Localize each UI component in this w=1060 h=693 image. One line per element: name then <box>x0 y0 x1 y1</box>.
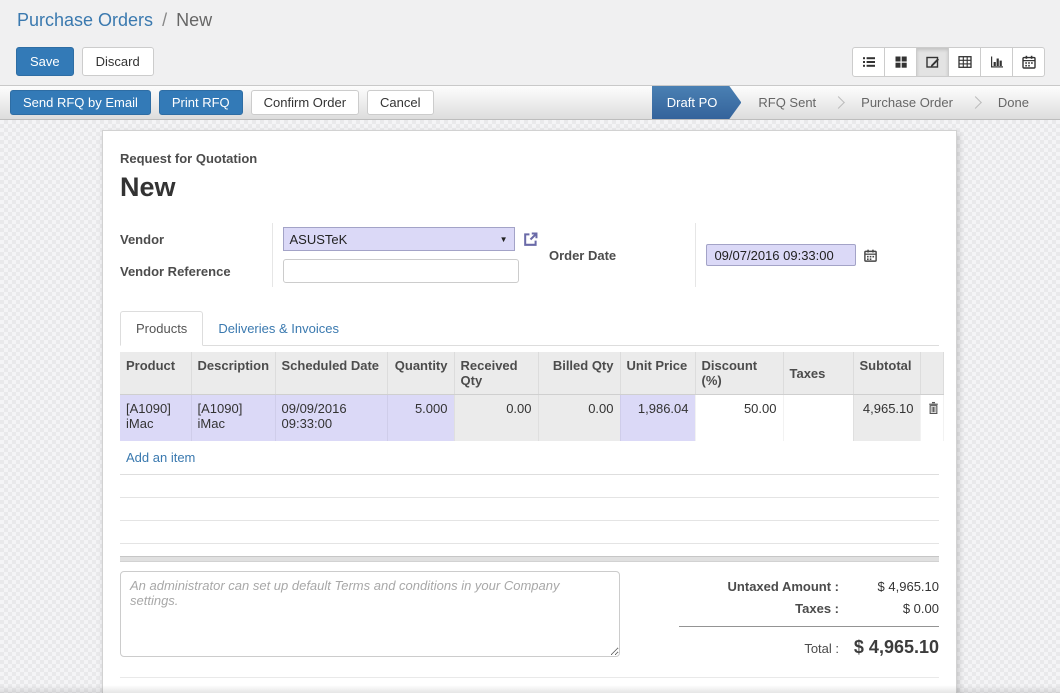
total-value: $ 4,965.10 <box>839 637 939 658</box>
kanban-view-button[interactable] <box>884 47 917 77</box>
content-area: Request for Quotation New Vendor ASUSTeK… <box>0 120 1060 693</box>
vendor-value: ASUSTeK <box>290 232 348 247</box>
breadcrumb-current: New <box>176 10 212 30</box>
kanban-view-icon <box>893 54 909 70</box>
column-header-received-qty: Received Qty <box>454 352 538 395</box>
graph-view-icon <box>989 54 1005 70</box>
totals-block: Untaxed Amount : $ 4,965.10 Taxes : $ 0.… <box>679 571 939 665</box>
untaxed-amount-value: $ 4,965.10 <box>839 579 939 594</box>
list-view-button[interactable] <box>852 47 885 77</box>
tab-deliveries-invoices[interactable]: Deliveries & Invoices <box>203 312 354 345</box>
column-header-product: Product <box>120 352 191 395</box>
order-date-label: Order Date <box>549 223 696 287</box>
stage-rfq-sent[interactable]: RFQ Sent <box>741 86 833 119</box>
page-title: New <box>120 172 939 203</box>
cell-subtotal: 4,965.10 <box>853 395 920 441</box>
vendor-reference-input[interactable] <box>283 259 519 283</box>
stage-draft-po[interactable]: Draft PO <box>652 86 742 119</box>
calendar-icon[interactable] <box>863 248 878 263</box>
stage-purchase-order[interactable]: Purchase Order <box>844 86 970 119</box>
total-label: Total : <box>804 641 839 656</box>
record-actions: Save Discard <box>16 47 154 76</box>
field-groups: Vendor ASUSTeK ▼ <box>120 223 939 287</box>
cell-billed-qty: 0.00 <box>538 395 620 441</box>
trash-icon <box>927 401 940 415</box>
column-header-description: Description <box>191 352 275 395</box>
empty-list-line <box>120 498 939 521</box>
empty-list-line <box>120 521 939 544</box>
bottom-section: Untaxed Amount : $ 4,965.10 Taxes : $ 0.… <box>120 571 939 665</box>
vendor-select[interactable]: ASUSTeK ▼ <box>283 227 515 251</box>
column-header-quantity: Quantity <box>387 352 454 395</box>
stage-done[interactable]: Done <box>981 86 1046 119</box>
calendar-view-button[interactable] <box>1012 47 1045 77</box>
form-view-button[interactable] <box>916 47 949 77</box>
chevron-right-icon <box>832 96 845 109</box>
vendor-label: Vendor <box>120 223 272 255</box>
pivot-view-icon <box>957 54 973 70</box>
sheet-end-line <box>120 677 939 678</box>
column-header-subtotal: Subtotal <box>853 352 920 395</box>
column-header-discount: Discount (%) <box>695 352 783 395</box>
chevron-right-icon <box>969 96 982 109</box>
confirm-order-button[interactable]: Confirm Order <box>251 90 359 115</box>
untaxed-amount-label: Untaxed Amount : <box>728 579 839 594</box>
breadcrumb-purchase-orders[interactable]: Purchase Orders <box>17 10 153 30</box>
breadcrumb: Purchase Orders / New <box>0 0 1060 31</box>
graph-view-button[interactable] <box>980 47 1013 77</box>
column-header-taxes: Taxes <box>783 352 853 395</box>
cell-description[interactable]: [A1090] iMac <box>191 395 275 441</box>
tab-products[interactable]: Products <box>120 311 203 346</box>
form-sheet: Request for Quotation New Vendor ASUSTeK… <box>102 130 957 693</box>
dropdown-caret-icon: ▼ <box>500 235 508 244</box>
cell-unit-price[interactable]: 1,986.04 <box>620 395 695 441</box>
view-switcher <box>852 47 1045 77</box>
vendor-reference-label: Vendor Reference <box>120 255 272 287</box>
column-header-actions <box>920 352 943 395</box>
order-date-input[interactable]: 09/07/2016 09:33:00 <box>706 244 856 266</box>
column-header-billed-qty: Billed Qty <box>538 352 620 395</box>
cell-product[interactable]: [A1090] iMac <box>120 395 191 441</box>
table-row: [A1090] iMac [A1090] iMac 09/09/2016 09:… <box>120 395 943 441</box>
order-lines-table: Product Description Scheduled Date Quant… <box>120 352 944 441</box>
cancel-button[interactable]: Cancel <box>367 90 433 115</box>
cell-discount[interactable]: 50.00 <box>695 395 783 441</box>
breadcrumb-separator: / <box>158 10 171 30</box>
table-header-row: Product Description Scheduled Date Quant… <box>120 352 943 395</box>
send-rfq-by-email-button[interactable]: Send RFQ by Email <box>10 90 151 115</box>
form-view-icon <box>925 54 941 70</box>
taxes-value: $ 0.00 <box>839 601 939 616</box>
notebook-tabs: Products Deliveries & Invoices <box>120 311 939 346</box>
column-header-scheduled-date: Scheduled Date <box>275 352 387 395</box>
delete-row-button[interactable] <box>920 395 943 441</box>
pivot-view-button[interactable] <box>948 47 981 77</box>
total-separator <box>679 626 939 627</box>
cell-taxes[interactable] <box>783 395 853 441</box>
discard-button[interactable]: Discard <box>82 47 154 76</box>
empty-list-line <box>120 475 939 498</box>
workflow-buttons: Send RFQ by Email Print RFQ Confirm Orde… <box>0 90 434 115</box>
add-an-item-link[interactable]: Add an item <box>120 441 939 475</box>
calendar-view-icon <box>1021 54 1037 70</box>
cell-scheduled-date[interactable]: 09/09/2016 09:33:00 <box>275 395 387 441</box>
save-button[interactable]: Save <box>16 47 74 76</box>
terms-conditions-textarea[interactable] <box>120 571 620 657</box>
list-view-icon <box>861 54 877 70</box>
external-link-icon[interactable] <box>522 231 539 248</box>
status-bar: Send RFQ by Email Print RFQ Confirm Orde… <box>0 85 1060 120</box>
cell-received-qty: 0.00 <box>454 395 538 441</box>
taxes-label: Taxes : <box>795 601 839 616</box>
top-bar: Purchase Orders / New Save Discard <box>0 0 1060 85</box>
section-separator <box>120 556 939 562</box>
cell-quantity[interactable]: 5.000 <box>387 395 454 441</box>
column-header-unit-price: Unit Price <box>620 352 695 395</box>
status-stages: Draft PO RFQ Sent Purchase Order Done <box>652 86 1060 119</box>
print-rfq-button[interactable]: Print RFQ <box>159 90 243 115</box>
document-type-label: Request for Quotation <box>120 151 939 166</box>
